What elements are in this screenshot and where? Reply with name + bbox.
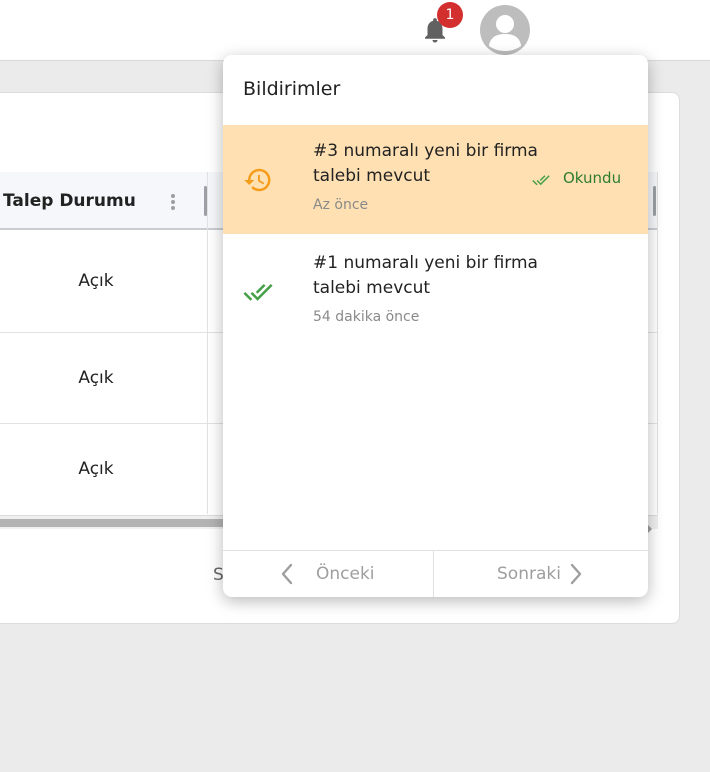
talep-durumu-cell: Açık <box>78 459 114 479</box>
top-bar <box>0 0 710 61</box>
column-menu-button[interactable] <box>166 191 180 213</box>
previous-page-button[interactable]: Önceki <box>223 551 434 597</box>
user-avatar[interactable] <box>480 5 530 55</box>
notification-time: 54 dakika önce <box>313 309 420 325</box>
talep-durumu-cell: Açık <box>78 368 114 388</box>
notification-count-badge: 1 <box>437 2 463 28</box>
double-check-icon <box>243 283 273 301</box>
panel-title: Bildirimler <box>243 78 341 100</box>
more-vert-icon <box>171 194 175 210</box>
mark-as-read-label: Okundu <box>563 169 622 187</box>
double-check-icon <box>532 175 550 186</box>
column-resize-handle[interactable] <box>653 186 656 216</box>
previous-label: Önceki <box>316 564 375 584</box>
notification-message: #1 numaralı yeni bir firma talebi mevcut <box>313 253 538 298</box>
talep-durumu-cell: Açık <box>78 271 114 291</box>
notification-time: Az önce <box>313 197 369 213</box>
chevron-left-icon <box>281 563 293 585</box>
account-circle-icon <box>489 15 521 51</box>
next-page-button[interactable]: Sonraki <box>435 551 648 597</box>
notification-item-read[interactable]: #1 numaralı yeni bir firma talebi mevcut… <box>223 235 648 345</box>
panel-footer: Önceki Sonraki <box>223 550 648 597</box>
notifications-panel: Bildirimler #3 numaralı yeni bir firma t… <box>223 55 648 597</box>
history-icon <box>244 168 271 192</box>
column-header-talep-durumu[interactable]: Talep Durumu <box>3 191 136 211</box>
next-label: Sonraki <box>497 564 561 584</box>
scrollbar-thumb[interactable] <box>0 519 230 527</box>
chevron-right-icon <box>570 563 582 585</box>
